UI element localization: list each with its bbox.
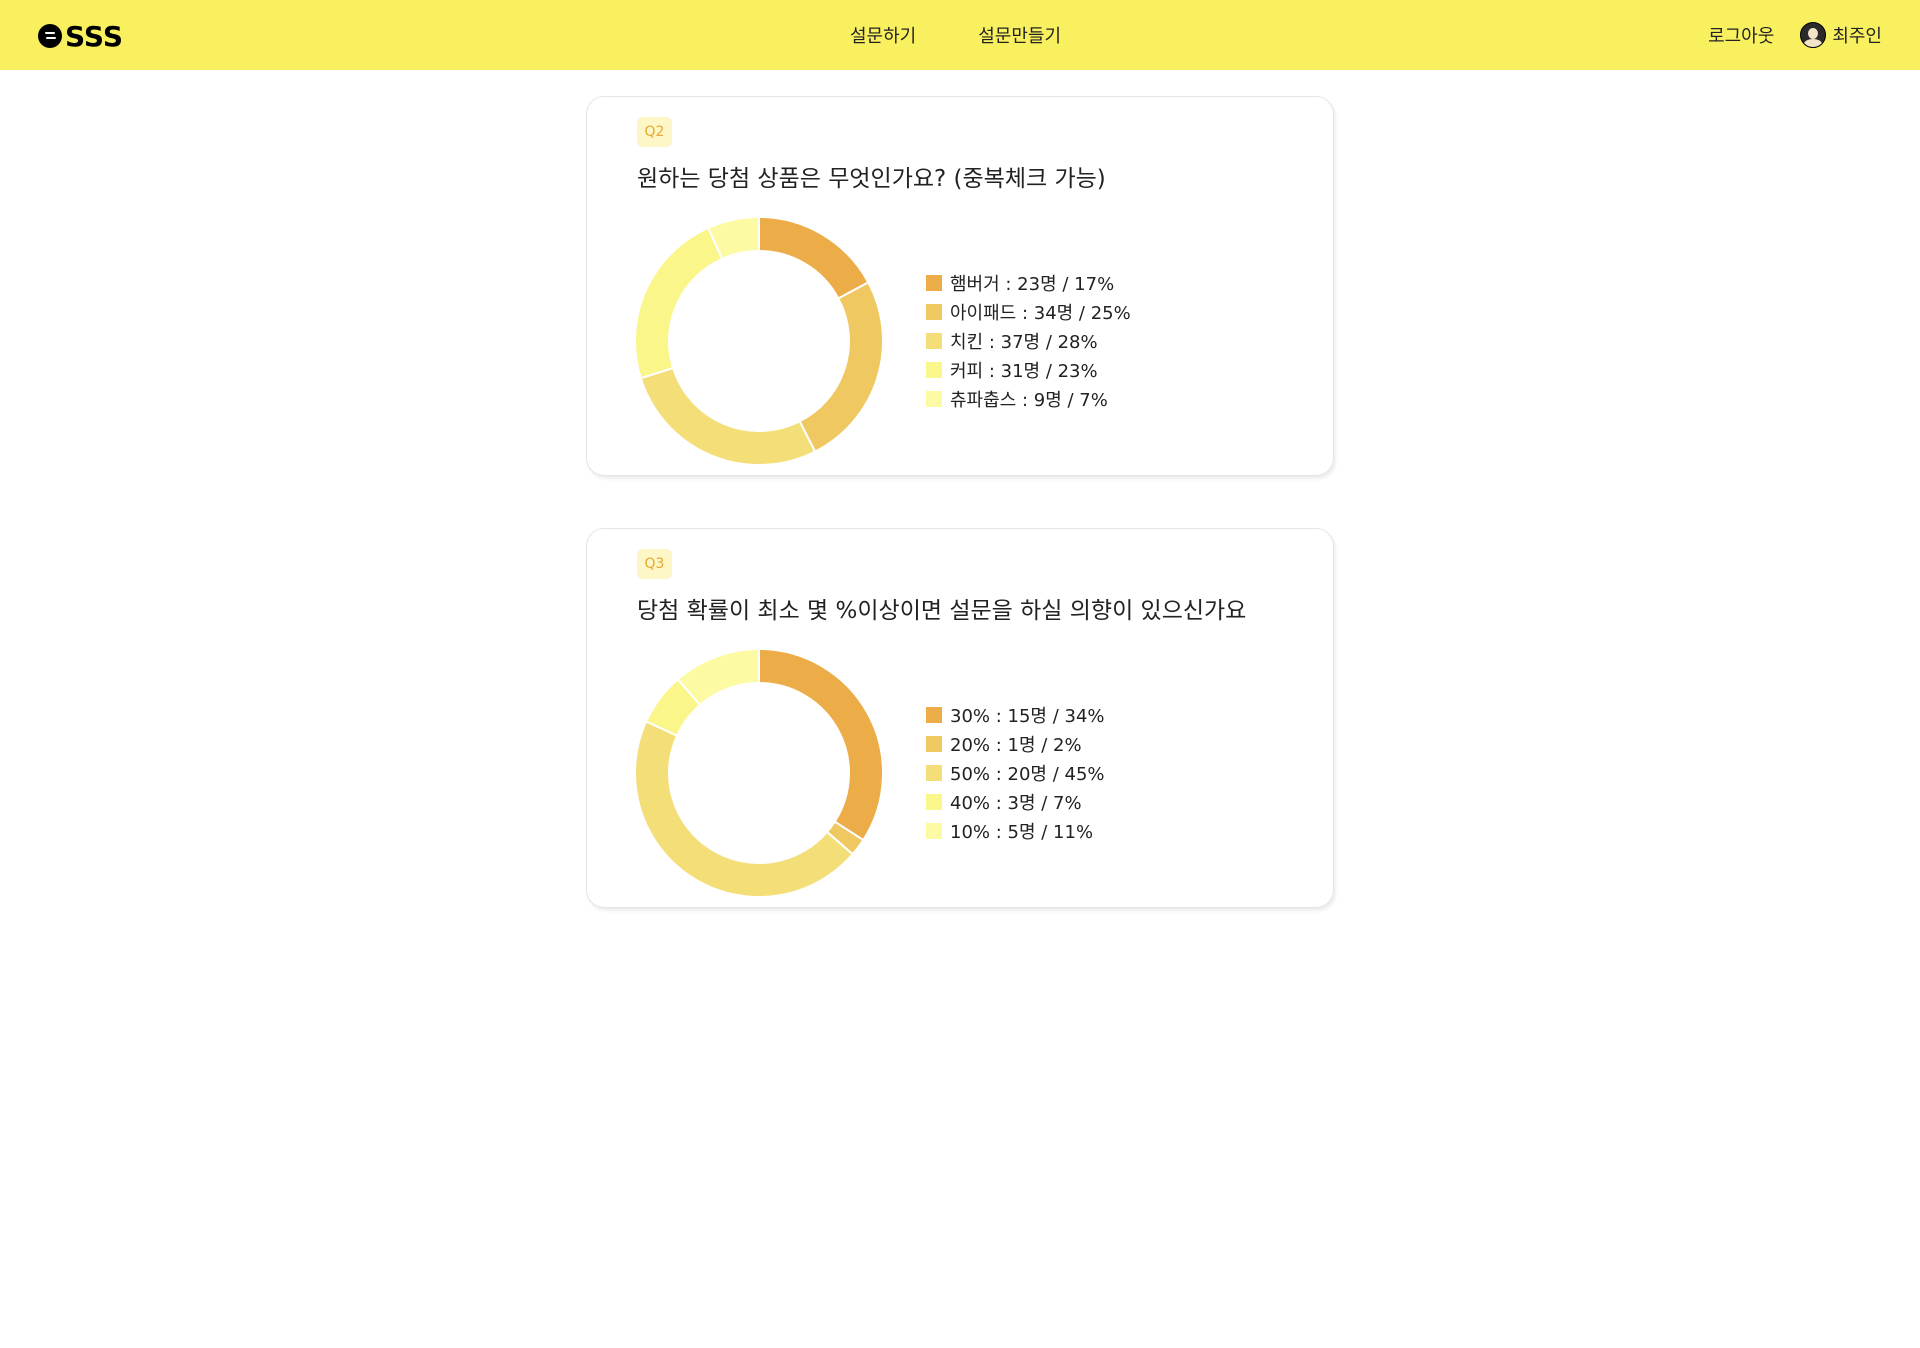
donut-slice-30% [758,647,884,842]
donut-chart [634,647,884,898]
donut-slice-아이패드 [798,281,884,453]
legend-swatch [926,274,942,291]
legend-label: 햄버거 : 23명 / 17% [950,273,1115,295]
legend-label: 츄파춥스 : 9명 / 7% [950,389,1108,411]
donut-slice-햄버거 [758,215,870,300]
main-nav: 설문하기 설문만들기 [850,22,1061,48]
donut-slice-50% [634,720,855,898]
top-navigation-bar: SSS 설문하기 설문만들기 로그아웃 최주인 [0,0,1920,70]
logo[interactable]: SSS [38,18,123,53]
donut-chart [634,215,884,466]
question-card-q2: Q2 원하는 당첨 상품은 무엇인가요? (중복체크 가능) 햄버거 : 23명… [586,96,1334,476]
question-title: 원하는 당첨 상품은 무엇인가요? (중복체크 가능) [637,166,1106,192]
legend-swatch [926,332,942,349]
legend-item: 20% : 1명 / 2% [926,729,1105,758]
user-area: 로그아웃 최주인 [1708,22,1882,48]
logout-button[interactable]: 로그아웃 [1708,22,1774,48]
logo-text: SSS [65,20,123,53]
legend-label: 아이패드 : 34명 / 25% [950,302,1131,324]
legend-label: 30% : 15명 / 34% [950,705,1105,727]
legend-label: 커피 : 31명 / 23% [950,360,1098,382]
legend-label: 50% : 20명 / 45% [950,763,1105,785]
legend-item: 50% : 20명 / 45% [926,758,1105,787]
legend-item: 10% : 5명 / 11% [926,816,1105,845]
question-number-badge: Q2 [637,117,672,147]
legend-swatch [926,706,942,723]
legend-swatch [926,361,942,378]
legend-swatch [926,764,942,781]
avatar[interactable] [1800,22,1827,48]
legend-item: 츄파춥스 : 9명 / 7% [926,384,1131,413]
legend-swatch [926,735,942,752]
legend-swatch [926,390,942,407]
legend-label: 10% : 5명 / 11% [950,821,1094,843]
nav-create-survey[interactable]: 설문만들기 [978,22,1061,48]
legend-swatch [926,793,942,810]
legend-item: 커피 : 31명 / 23% [926,355,1131,384]
logo-icon [38,23,62,48]
chart-legend: 30% : 15명 / 34% 20% : 1명 / 2% 50% : 20명 … [926,700,1105,845]
nav-take-survey[interactable]: 설문하기 [850,22,916,48]
legend-swatch [926,303,942,320]
legend-label: 치킨 : 37명 / 28% [950,331,1098,353]
donut-slice-커피 [634,226,724,380]
legend-item: 햄버거 : 23명 / 17% [926,268,1131,297]
user-name[interactable]: 최주인 [1832,22,1882,48]
donut-slice-치킨 [639,366,817,466]
legend-item: 40% : 3명 / 7% [926,787,1105,816]
legend-label: 40% : 3명 / 7% [950,792,1082,814]
legend-item: 치킨 : 37명 / 28% [926,326,1131,355]
legend-swatch [926,822,942,839]
legend-item: 아이패드 : 34명 / 25% [926,297,1131,326]
legend-label: 20% : 1명 / 2% [950,734,1082,756]
chart-legend: 햄버거 : 23명 / 17% 아이패드 : 34명 / 25% 치킨 : 37… [926,268,1131,413]
question-number-badge: Q3 [637,549,672,579]
legend-item: 30% : 15명 / 34% [926,700,1105,729]
question-title: 당첨 확률이 최소 몇 %이상이면 설문을 하실 의향이 있으신가요 [637,598,1247,624]
question-card-q3: Q3 당첨 확률이 최소 몇 %이상이면 설문을 하실 의향이 있으신가요 30… [586,528,1334,908]
